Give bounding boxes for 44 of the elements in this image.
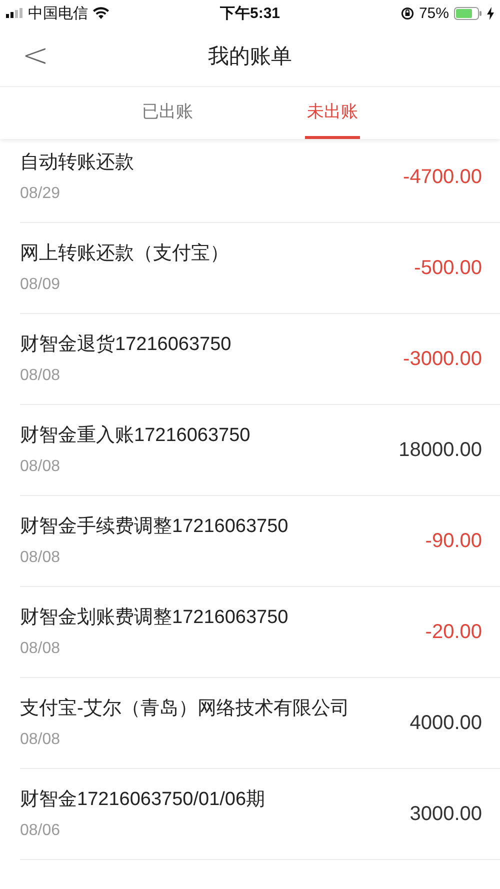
bill-title: 财智金手续费调整17216063750 bbox=[20, 515, 290, 539]
back-button[interactable]: < bbox=[14, 38, 57, 72]
battery-icon bbox=[454, 6, 482, 20]
bill-item[interactable]: 财智金划账费调整17216063750 08/08 -20.00 bbox=[20, 587, 500, 678]
bill-item[interactable]: 网上转账还款（支付宝） 08/09 -500.00 bbox=[20, 223, 500, 314]
tab[interactable]: 已出账 bbox=[140, 87, 195, 139]
bill-item[interactable]: 支付宝-艾尔（青岛）网络技术有限公司 08/08 4000.00 bbox=[20, 678, 500, 769]
bill-date: 08/09 bbox=[20, 275, 62, 295]
bill-date: 08/29 bbox=[20, 184, 62, 204]
bill-amount: -4700.00 bbox=[403, 166, 482, 188]
charging-icon bbox=[487, 6, 494, 20]
bill-amount: 3000.00 bbox=[410, 802, 482, 826]
bill-amount: 18000.00 bbox=[398, 438, 482, 462]
bill-date: 08/08 bbox=[20, 548, 62, 568]
time: 下午5:31 bbox=[220, 4, 280, 22]
bill-amount: -500.00 bbox=[414, 256, 482, 280]
bill-date: 08/08 bbox=[20, 366, 62, 386]
wifi-icon bbox=[93, 7, 109, 19]
bill-item[interactable]: 自动转账还款 08/29 -4700.00 bbox=[20, 139, 500, 223]
battery-percent: 75% bbox=[418, 4, 449, 22]
bill-title: 支付宝-艾尔（青岛）网络技术有限公司 bbox=[20, 697, 350, 721]
bill-amount: 4000.00 bbox=[410, 712, 482, 734]
bill-amount: -3000.00 bbox=[403, 348, 482, 370]
bill-amount: -90.00 bbox=[425, 530, 482, 552]
rotation-lock-icon bbox=[400, 6, 414, 20]
bill-title: 自动转账还款 bbox=[20, 151, 135, 175]
bill-title: 网上转账还款（支付宝） bbox=[20, 242, 230, 266]
bill-item[interactable]: 财智金17216063750/01/06期 08/06 3000.00 bbox=[20, 769, 500, 860]
bill-item[interactable]: 财智金退货17216063750 08/08 -3000.00 bbox=[20, 314, 500, 405]
bill-amount: -20.00 bbox=[425, 620, 482, 644]
bill-date: 08/08 bbox=[20, 730, 62, 750]
signal-icon bbox=[6, 8, 23, 18]
bill-title: 财智金划账费调整17216063750 bbox=[20, 606, 290, 630]
carrier-name: 中国电信 bbox=[28, 4, 88, 22]
page-title: 我的账单 bbox=[208, 44, 292, 70]
bill-title: 财智金17216063750/01/06期 bbox=[20, 788, 266, 812]
bill-title: 财智金重入账17216063750 bbox=[20, 424, 252, 448]
bill-item[interactable]: 财智金手续费调整17216063750 08/08 -90.00 bbox=[20, 496, 500, 587]
bill-title: 财智金退货17216063750 bbox=[20, 333, 232, 357]
bill-item[interactable]: 财智金重入账17216063750 08/08 18000.00 bbox=[20, 405, 500, 496]
bill-date: 08/06 bbox=[20, 821, 62, 841]
bill-date: 08/08 bbox=[20, 457, 62, 477]
tab[interactable]: 未出账 bbox=[305, 87, 360, 139]
bill-date: 08/08 bbox=[20, 639, 62, 659]
